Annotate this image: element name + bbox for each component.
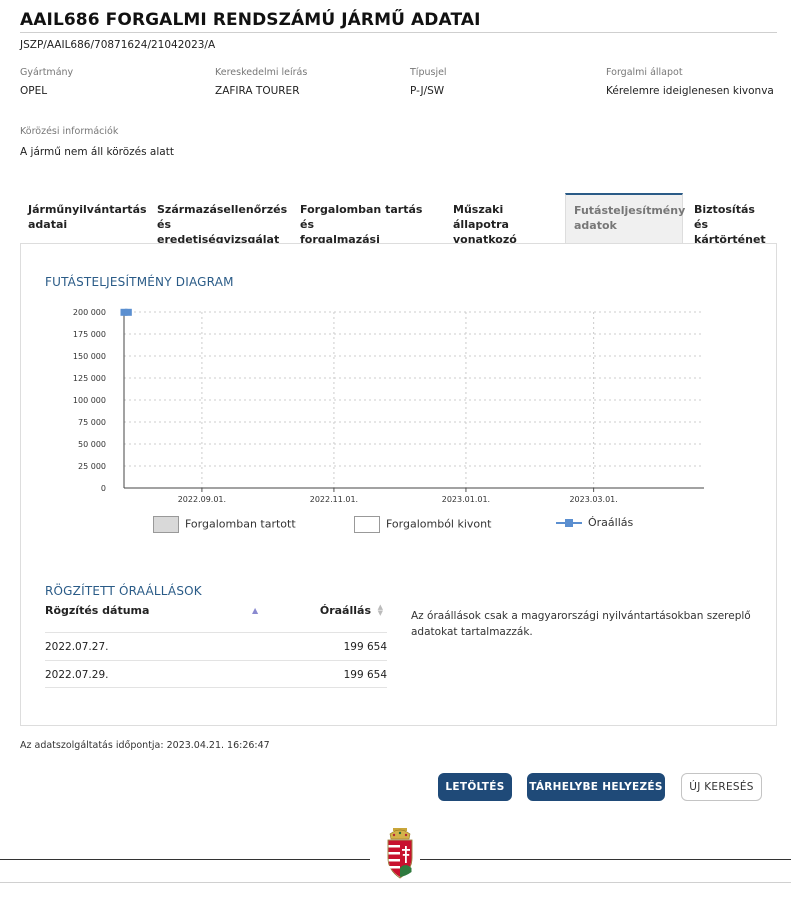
tab-label-line1: Futásteljesítmény [574,204,686,217]
new-search-button[interactable]: ÚJ KERESÉS [681,773,762,801]
row-mileage: 199 654 [343,641,387,653]
legend-label: Forgalomban tartott [185,517,296,531]
tab-technical-condition[interactable]: Műszaki állapotra vonatkozó adatok [445,193,565,261]
x-tick-label: 2023.03.01. [569,495,617,504]
row-mileage: 199 654 [343,669,387,681]
sort-both-icon[interactable]: ▲ ▼ [378,604,383,617]
y-tick-label: 75 000 [78,418,106,427]
x-tick-label: 2022.09.01. [178,495,226,504]
tab-vehicle-registry[interactable]: Járműnyilvántartás adatai [20,193,150,243]
tab-traffic-restrictions[interactable]: Forgalomban tartás és forgalmazási korlá… [292,193,447,261]
row-date: 2022.07.27. [45,641,109,653]
tab-label-line1: Forgalomban tartás és [300,203,423,231]
tab-label-line1: Műszaki állapotra [453,203,509,231]
legend-swatch-withdrawn [354,516,380,533]
tab-origin-check[interactable]: Származásellenőrzés és eredetiségvizsgál… [149,193,293,246]
tab-label-line2: adatok [574,219,617,232]
chart-section-title: FUTÁSTELJESÍTMÉNY DIAGRAM [45,275,234,289]
y-tick-label: 175 000 [73,330,106,339]
mileage-chart: 200 000 175 000 150 000 125 000 100 000 75 00… [73,308,704,504]
legend-swatch-in-traffic [153,516,179,533]
trade-name-value: ZAFIRA TOURER [215,85,300,97]
x-tick-label: 2023.01.01. [442,495,490,504]
column-header-date[interactable]: Rögzítés dátuma [45,604,149,617]
query-id: JSZP/AAIL686/70871624/21042023/A [20,39,216,51]
tab-insurance[interactable]: Biztosítás és kártörténet [686,193,777,246]
tab-label-line1: Biztosítás és [694,203,755,231]
y-tick-label: 100 000 [73,396,106,405]
traffic-status-label: Forgalmi állapot [606,67,683,78]
timestamp-value: 2023.04.21. 16:26:47 [166,740,270,751]
hungarian-coat-of-arms-icon [387,828,413,879]
footer-rule-left [0,859,370,860]
y-tick-label: 0 [101,484,106,493]
wanted-info-label: Körözési információk [20,126,119,137]
data-timestamp: Az adatszolgáltatás időpontja: 2023.04.2… [20,740,270,751]
legend-label: Óraállás [588,516,634,529]
tab-label-line1: Származásellenőrzés [157,203,288,216]
legend-in-traffic: Forgalomban tartott [153,516,296,533]
make-label: Gyártmány [20,67,74,78]
table-row: 2022.07.27. 199 654 [45,632,387,660]
y-tick-label: 150 000 [73,352,106,361]
trade-name-label: Kereskedelmi leírás [215,67,308,78]
y-tick-label: 25 000 [78,462,106,471]
legend-odometer: Óraállás [556,516,633,529]
tab-mileage[interactable]: Futásteljesítmény adatok [565,193,686,243]
footer-rule-bottom [0,882,791,883]
sort-asc-icon[interactable]: ▲ [252,606,258,615]
legend-label: Forgalomból kivont [386,517,492,531]
x-tick-label: 2022.11.01. [310,495,358,504]
type-value: P-J/SW [410,85,445,97]
page-title: AAIL686 FORGALMI RENDSZÁMÚ JÁRMŰ ADATAI [20,10,481,30]
footer-rule-right [420,859,791,860]
column-header-mileage[interactable]: Óraállás [320,604,371,617]
wanted-info-value: A jármű nem áll körözés alatt [20,146,174,158]
make-value: OPEL [20,85,48,97]
records-note: Az óraállások csak a magyarországi nyilv… [411,610,751,638]
tab-label-line1: Járműnyilvántartás [28,203,147,216]
data-point [124,308,132,316]
table-row: 2022.07.29. 199 654 [45,660,387,688]
y-tick-label: 200 000 [73,308,106,317]
legend-withdrawn: Forgalomból kivont [354,516,491,533]
timestamp-label: Az adatszolgáltatás időpontja: [20,740,164,751]
y-tick-label: 125 000 [73,374,106,383]
y-tick-label: 50 000 [78,440,106,449]
legend-line-icon [556,519,582,527]
type-label: Típusjel [410,67,447,78]
tab-label-line2: adatai [28,218,68,231]
records-section-title: RÖGZÍTETT ÓRAÁLLÁSOK [45,584,202,598]
download-button[interactable]: LETÖLTÉS [438,773,512,801]
traffic-status-value: Kérelemre ideiglenesen kivonva [606,85,774,97]
store-button[interactable]: TÁRHELYBE HELYEZÉS [527,773,665,801]
title-divider [20,32,777,33]
tab-bar: Járműnyilvántartás adatai Származásellen… [20,193,777,261]
row-date: 2022.07.29. [45,669,109,681]
